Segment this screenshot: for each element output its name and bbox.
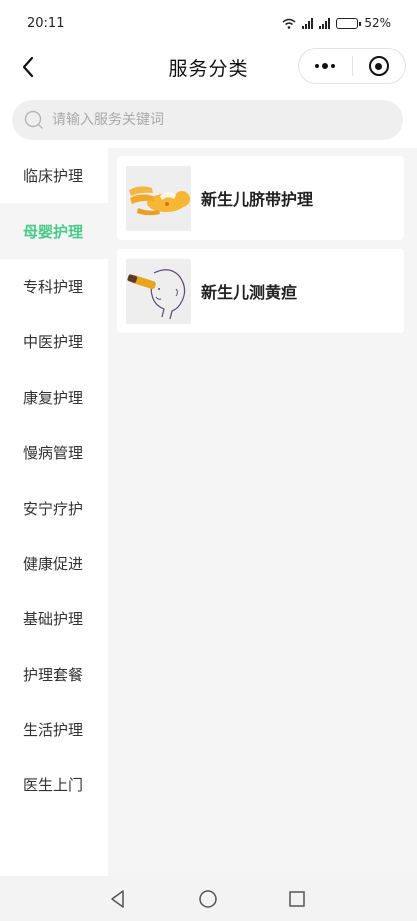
sidebar-item-clinical-care[interactable]: 临床护理 [0, 148, 108, 203]
sidebar-item-rehab-care[interactable]: 康复护理 [0, 370, 108, 425]
baby-jaundice-test-image [126, 258, 191, 324]
system-recent-button[interactable] [286, 888, 308, 910]
content-area: 临床护理 母婴护理 专科护理 中医护理 康复护理 慢病管理 安宁疗护 健康促进 … [0, 148, 417, 876]
status-bar: 20:11 52% [0, 0, 417, 46]
sidebar-item-basic-care[interactable]: 基础护理 [0, 591, 108, 646]
sidebar-item-label: 康复护理 [23, 388, 84, 407]
sidebar-item-doctor-home-visit[interactable]: 医生上门 [0, 757, 108, 812]
triangle-back-icon [111, 890, 124, 908]
signal-icon [302, 17, 314, 29]
circle-home-icon [199, 890, 217, 908]
service-card[interactable]: 新生儿脐带护理 [117, 156, 404, 240]
sidebar-item-label: 中医护理 [23, 333, 84, 352]
service-card[interactable]: 新生儿测黄疸 [117, 249, 404, 333]
signal-icon [319, 17, 331, 29]
sidebar-item-label: 临床护理 [23, 167, 84, 186]
miniprogram-capsule [298, 48, 406, 84]
battery-icon [336, 17, 362, 29]
sidebar-item-tcm-care[interactable]: 中医护理 [0, 314, 108, 369]
sidebar-item-label: 护理套餐 [23, 665, 84, 684]
sidebar-item-label: 专科护理 [23, 277, 84, 296]
search-box[interactable] [12, 100, 403, 140]
sidebar-item-label: 健康促进 [23, 554, 84, 573]
system-home-button[interactable] [197, 888, 219, 910]
sidebar-item-label: 生活护理 [23, 721, 84, 740]
sidebar-item-maternal-infant-care[interactable]: 母婴护理 [0, 203, 108, 259]
sidebar-item-label: 慢病管理 [23, 444, 84, 463]
battery-percent: 52% [364, 16, 391, 30]
chevron-left-icon [22, 56, 34, 78]
more-dots-icon [315, 63, 336, 69]
status-time: 20:11 [27, 15, 65, 31]
baby-umbilical-care-image [126, 165, 191, 231]
system-back-button[interactable] [107, 888, 129, 910]
nav-bar: 服务分类 [0, 46, 417, 88]
sidebar-item-label: 母婴护理 [23, 222, 84, 241]
back-button[interactable] [14, 52, 42, 82]
search-bar [12, 100, 403, 140]
sidebar-item-label: 安宁疗护 [23, 499, 84, 518]
sidebar-item-chronic-management[interactable]: 慢病管理 [0, 425, 108, 480]
wifi-icon [282, 18, 296, 29]
sidebar-item-daily-living-care[interactable]: 生活护理 [0, 702, 108, 757]
service-card-label: 新生儿测黄疸 [201, 283, 298, 302]
page-title: 服务分类 [168, 57, 249, 80]
sidebar-item-label: 医生上门 [23, 776, 84, 795]
category-sidebar: 临床护理 母婴护理 专科护理 中医护理 康复护理 慢病管理 安宁疗护 健康促进 … [0, 148, 108, 876]
sidebar-item-label: 基础护理 [23, 610, 84, 629]
service-card-label: 新生儿脐带护理 [201, 190, 314, 209]
close-miniprogram-button[interactable] [352, 48, 405, 84]
system-nav-bar [0, 876, 417, 921]
search-input[interactable] [52, 112, 372, 128]
sidebar-item-hospice-care[interactable]: 安宁疗护 [0, 480, 108, 535]
sidebar-item-specialty-care[interactable]: 专科护理 [0, 259, 108, 314]
more-menu-button[interactable] [299, 48, 352, 84]
target-icon [368, 56, 389, 76]
search-icon [24, 110, 43, 129]
service-list: 新生儿脐带护理 新生儿测黄疸 [117, 156, 404, 342]
status-icons: 52% [282, 16, 391, 30]
square-recent-icon [289, 891, 305, 907]
sidebar-item-health-promotion[interactable]: 健康促进 [0, 536, 108, 591]
sidebar-item-care-packages[interactable]: 护理套餐 [0, 647, 108, 702]
